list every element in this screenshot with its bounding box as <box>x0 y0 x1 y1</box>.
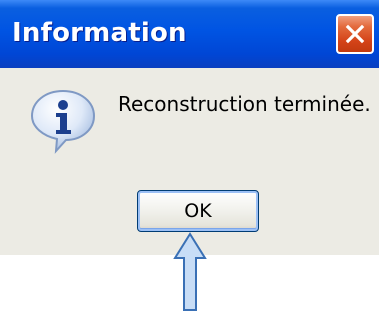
close-icon <box>345 24 365 44</box>
info-icon <box>30 89 96 154</box>
ok-button[interactable]: OK <box>137 190 259 232</box>
up-arrow-icon <box>173 232 207 311</box>
title-bar[interactable]: Information <box>0 0 379 68</box>
dialog-title: Information <box>12 18 187 48</box>
close-button[interactable] <box>336 14 374 54</box>
message-text: Reconstruction terminée. <box>118 92 371 116</box>
information-dialog: Information Reconstruction terminée. OK <box>0 0 379 255</box>
